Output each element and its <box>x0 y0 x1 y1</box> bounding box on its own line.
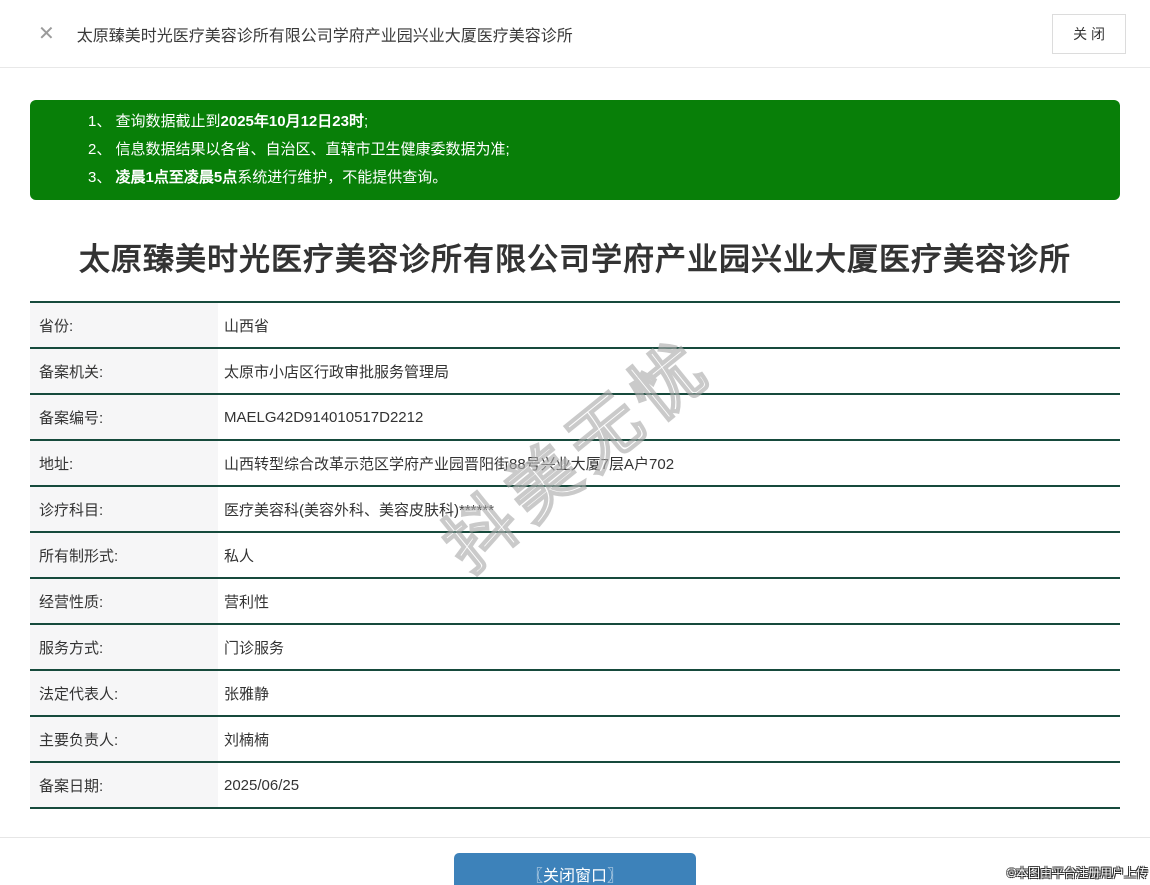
close-button[interactable]: 关 闭 <box>1052 13 1126 54</box>
notice-banner: 1、 查询数据截止到2025年10月12日23时; 2、 信息数据结果以各省、自… <box>30 100 1120 200</box>
table-row-legal-representative: 法定代表人: 张雅静 <box>30 671 1120 717</box>
footer: 〖关闭窗口〗 <box>0 838 1150 885</box>
row-value: 门诊服务 <box>224 639 285 657</box>
top-bar: ✕ 太原臻美时光医疗美容诊所有限公司学府产业园兴业大厦医疗美容诊所 关 闭 <box>0 0 1150 68</box>
close-icon[interactable]: ✕ <box>38 24 55 44</box>
detail-table: 省份: 山西省 备案机关: 太原市小店区行政审批服务管理局 备案编号: MAEL… <box>30 301 1120 809</box>
notice-line-1-text: 1、 查询数据截止到 <box>88 113 221 130</box>
row-label: 诊疗科目: <box>30 487 218 531</box>
row-label: 备案日期: <box>30 763 218 807</box>
row-label: 服务方式: <box>30 625 218 669</box>
table-row-business-nature: 经营性质: 营利性 <box>30 579 1120 625</box>
notice-line-2-text: 2、 信息数据结果以各省、自治区、直辖市卫生健康委数据为准; <box>88 141 510 158</box>
notice-line-3-bold: 凌晨1点至凌晨5点 <box>115 169 238 186</box>
close-window-button[interactable]: 〖关闭窗口〗 <box>454 853 696 885</box>
notice-line-2: 2、 信息数据结果以各省、自治区、直辖市卫生健康委数据为准; <box>88 136 1100 164</box>
table-row-filing-authority: 备案机关: 太原市小店区行政审批服务管理局 <box>30 349 1120 395</box>
table-row-medical-subjects: 诊疗科目: 医疗美容科(美容外科、美容皮肤科)****** <box>30 487 1120 533</box>
notice-line-1-post: ; <box>363 113 369 130</box>
notice-line-1: 1、 查询数据截止到2025年10月12日23时; <box>88 108 1100 136</box>
row-label: 经营性质: <box>30 579 218 623</box>
row-value: 2025/06/25 <box>224 776 300 794</box>
page-title: 太原臻美时光医疗美容诊所有限公司学府产业园兴业大厦医疗美容诊所 <box>79 242 1071 277</box>
row-value: 医疗美容科(美容外科、美容皮肤科)****** <box>224 501 495 519</box>
row-label: 省份: <box>30 303 218 347</box>
table-row-address: 地址: 山西转型综合改革示范区学府产业园晋阳街88号兴业大厦7层A户702 <box>30 441 1120 487</box>
notice-line-3-post: 系统进行维护，不能提供查询。 <box>237 169 448 186</box>
record-detail-page: ✕ 太原臻美时光医疗美容诊所有限公司学府产业园兴业大厦医疗美容诊所 关 闭 1、… <box>0 0 1150 885</box>
table-row-province: 省份: 山西省 <box>30 303 1120 349</box>
table-row-service-mode: 服务方式: 门诊服务 <box>30 625 1120 671</box>
row-value: 山西省 <box>224 317 270 335</box>
table-row-filing-number: 备案编号: MAELG42D914010517D2212 <box>30 395 1120 441</box>
row-value: MAELG42D914010517D2212 <box>224 408 424 426</box>
row-label: 备案机关: <box>30 349 218 393</box>
copyright-note: ©本图由平台注册用户上传 <box>1007 866 1148 880</box>
notice-line-3-text: 3、 <box>88 169 116 186</box>
row-label: 地址: <box>30 441 218 485</box>
row-value: 山西转型综合改革示范区学府产业园晋阳街88号兴业大厦7层A户702 <box>224 455 675 473</box>
table-row-main-person-in-charge: 主要负责人: 刘楠楠 <box>30 717 1120 763</box>
table-row-ownership-form: 所有制形式: 私人 <box>30 533 1120 579</box>
table-row-filing-date: 备案日期: 2025/06/25 <box>30 763 1120 809</box>
content-area: 1、 查询数据截止到2025年10月12日23时; 2、 信息数据结果以各省、自… <box>0 100 1150 809</box>
window-title: 太原臻美时光医疗美容诊所有限公司学府产业园兴业大厦医疗美容诊所 <box>76 27 573 45</box>
row-label: 主要负责人: <box>30 717 218 761</box>
row-value: 太原市小店区行政审批服务管理局 <box>224 363 450 381</box>
row-value: 营利性 <box>224 593 270 611</box>
row-label: 备案编号: <box>30 395 218 439</box>
row-value: 张雅静 <box>224 685 270 703</box>
row-value: 私人 <box>224 547 255 565</box>
notice-line-1-bold: 2025年10月12日23时 <box>220 113 364 130</box>
notice-line-3: 3、 凌晨1点至凌晨5点系统进行维护，不能提供查询。 <box>88 164 1100 192</box>
row-label: 法定代表人: <box>30 671 218 715</box>
row-value: 刘楠楠 <box>224 731 270 749</box>
row-label: 所有制形式: <box>30 533 218 577</box>
